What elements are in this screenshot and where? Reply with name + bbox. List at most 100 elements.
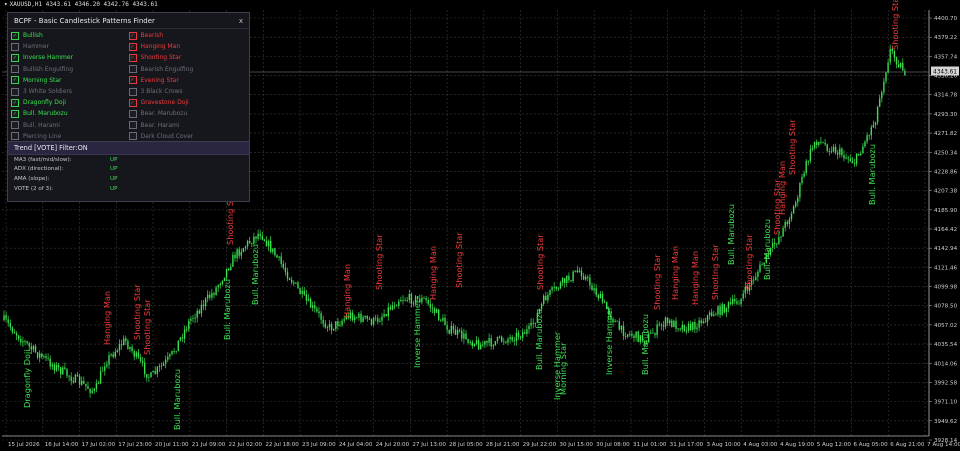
pattern-checkbox[interactable] <box>11 87 19 96</box>
pattern-option[interactable]: ✓ Morning Star <box>11 75 129 86</box>
pattern-option[interactable]: 3 Black Crows <box>128 86 247 97</box>
candle-body <box>18 335 20 339</box>
candle-body <box>780 236 782 238</box>
candle-body <box>446 325 448 330</box>
candle-body <box>440 319 442 321</box>
pattern-option[interactable]: Bullish Engulfing <box>11 64 129 75</box>
pattern-checkbox[interactable]: ✓ <box>128 53 137 62</box>
panel-title-bar[interactable]: BCPF - Basic Candlestick Patterns Finder… <box>8 13 249 29</box>
pattern-checkbox[interactable]: ✓ <box>11 109 19 118</box>
candle-body <box>270 240 272 252</box>
close-icon[interactable]: x <box>239 17 243 25</box>
pattern-checkbox[interactable] <box>11 65 19 74</box>
pattern-option[interactable]: ✓ Gravestone Doji <box>128 97 247 108</box>
panel-title: BCPF - Basic Candlestick Patterns Finder <box>14 16 155 25</box>
candle-body <box>398 301 400 306</box>
candle-body <box>167 356 169 360</box>
candle-body <box>866 135 868 142</box>
pattern-option[interactable]: ✓ Inverse Hammer <box>11 52 129 63</box>
candle-body <box>146 374 148 378</box>
candle-body <box>261 235 263 240</box>
trend-key: VOTE (2 of 3): <box>14 185 54 192</box>
pattern-option[interactable]: Bear. Harami <box>128 120 247 131</box>
time-axis-label: 6 Aug 05:00 <box>853 442 888 448</box>
time-axis-label: 5 Aug 12:00 <box>817 442 852 448</box>
pattern-option[interactable]: Bearish Engulfing <box>128 64 247 75</box>
trend-value: UP <box>110 166 118 173</box>
pattern-annotation: Hanging Man <box>342 264 352 318</box>
pattern-option[interactable]: Bear. Marubozu <box>128 108 247 119</box>
pattern-checkbox[interactable]: ✓ <box>11 76 19 85</box>
candle-body <box>364 315 366 318</box>
pattern-annotation: Bull. Marubozu <box>640 314 650 375</box>
candle-body <box>301 290 303 295</box>
pattern-checkbox[interactable] <box>128 87 137 96</box>
pattern-checkbox[interactable] <box>128 109 137 118</box>
candle-body <box>30 346 32 350</box>
candle-body <box>139 357 142 361</box>
pattern-checkbox[interactable] <box>11 42 19 51</box>
candle-body <box>591 285 593 291</box>
pattern-checkbox[interactable]: ✓ <box>128 98 137 107</box>
pattern-checkbox[interactable] <box>128 121 137 130</box>
candle-body <box>568 275 570 281</box>
candle-body <box>34 346 37 353</box>
pattern-option[interactable]: ✓ Evening Star <box>128 75 247 86</box>
pattern-checkbox[interactable]: ✓ <box>128 42 137 51</box>
price-axis-label: 4035.54 <box>934 342 958 348</box>
candle-body <box>507 338 509 343</box>
pattern-checkbox[interactable]: ✓ <box>11 98 19 107</box>
pattern-label: Bullish Engulfing <box>23 65 74 73</box>
candle-body <box>513 340 515 342</box>
candle-body <box>715 314 717 316</box>
candle-body <box>524 332 526 334</box>
candle-body <box>820 141 822 143</box>
candle-body <box>839 148 841 155</box>
pattern-checkbox[interactable] <box>128 65 137 74</box>
candle-body <box>574 270 576 272</box>
pattern-option[interactable]: Bull. Harami <box>11 120 129 131</box>
candle-body <box>694 322 696 330</box>
pattern-checkbox[interactable]: ✓ <box>11 31 19 40</box>
candle-body <box>249 240 251 243</box>
candle-body <box>314 305 316 309</box>
candle-body <box>671 320 673 328</box>
pattern-option[interactable]: ✓ Bullish <box>11 30 129 41</box>
candle-body <box>244 246 247 249</box>
candle-body <box>154 370 156 374</box>
pattern-finder-panel: BCPF - Basic Candlestick Patterns Finder… <box>7 12 250 147</box>
pattern-option[interactable]: ✓ Dragonfly Doji <box>11 97 129 108</box>
pattern-option[interactable]: Hammer <box>11 41 129 52</box>
candle-body <box>654 333 656 336</box>
candle-body <box>486 340 488 343</box>
pattern-checkbox[interactable]: ✓ <box>11 53 19 62</box>
candle-body <box>78 376 81 385</box>
candle-body <box>658 324 660 326</box>
pattern-checkbox[interactable]: ✓ <box>128 76 137 85</box>
pattern-checkbox[interactable] <box>128 132 137 141</box>
price-axis-label: 4014.06 <box>934 361 958 367</box>
candle-body <box>572 271 574 282</box>
candle-body <box>200 304 203 314</box>
dropdown-arrow-icon[interactable]: ▾ <box>4 1 8 8</box>
candle-body <box>368 318 371 320</box>
pattern-checkbox[interactable] <box>11 121 19 130</box>
candle-body <box>360 313 362 322</box>
candle-body <box>566 275 568 284</box>
pattern-option[interactable]: ✓ Shooting Star <box>128 52 247 63</box>
candle-body <box>719 306 721 315</box>
candle-body <box>263 239 266 241</box>
pattern-annotation: Hanging Man <box>690 251 700 305</box>
pattern-option[interactable]: ✓ Bull. Marubozu <box>11 108 129 119</box>
candle-body <box>375 317 377 319</box>
price-axis-label: 4379.22 <box>934 35 957 41</box>
candle-body <box>858 153 860 156</box>
candle-body <box>727 302 730 309</box>
candle-body <box>188 320 190 330</box>
pattern-option[interactable]: ✓ Hanging Man <box>128 41 247 52</box>
pattern-option[interactable]: ✓ Bearish <box>128 30 247 41</box>
pattern-option[interactable]: 3 White Soldiers <box>11 86 129 97</box>
pattern-checkbox[interactable] <box>11 132 19 141</box>
candle-body <box>595 288 597 296</box>
pattern-checkbox[interactable]: ✓ <box>128 31 137 40</box>
